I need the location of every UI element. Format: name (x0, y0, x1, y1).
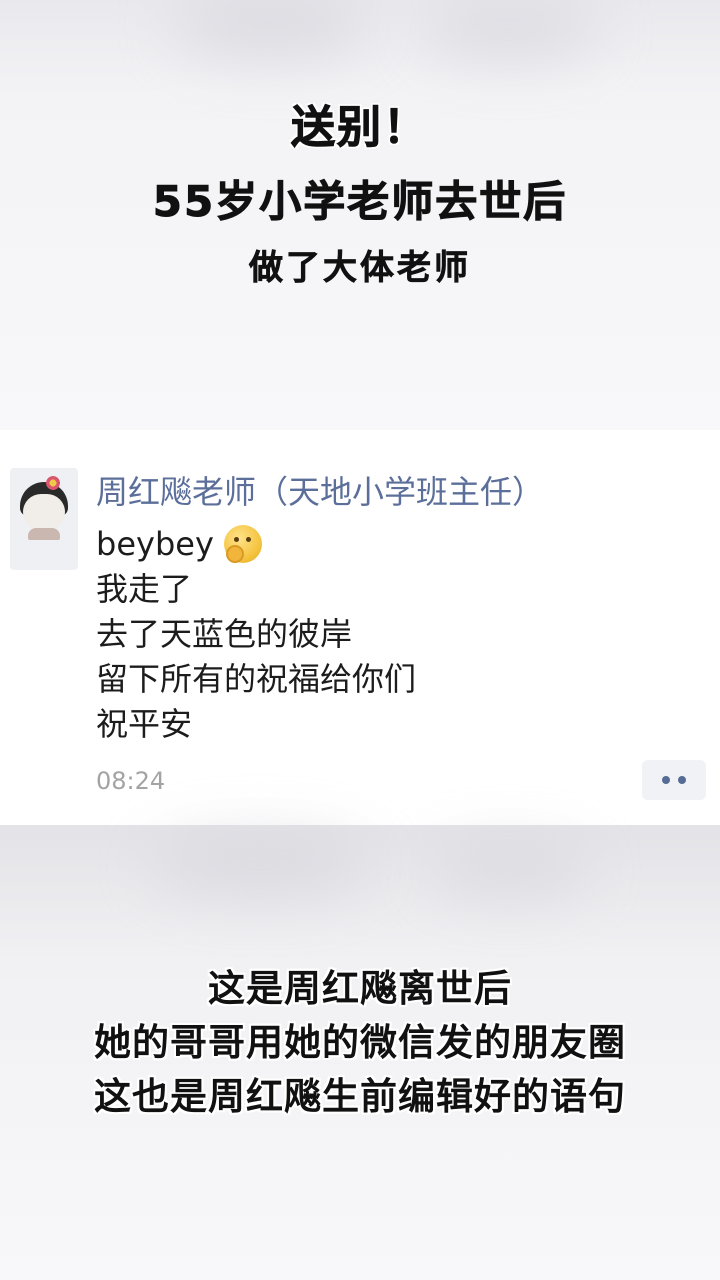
more-options-button[interactable] (642, 760, 706, 800)
moments-post: 周红飚老师（天地小学班主任） beybey 我走了 去了天蓝色的彼岸 留下所有的… (0, 430, 720, 825)
more-dots-icon (678, 776, 686, 784)
avatar-body (28, 528, 60, 540)
video-subtitles: 这是周红飚离世后 她的哥哥用她的微信发的朋友圈 这也是周红飚生前编辑好的语句 (0, 962, 720, 1124)
post-username[interactable]: 周红飚老师（天地小学班主任） (96, 470, 544, 514)
subtitle-line: 这是周红飚离世后 (208, 967, 512, 1010)
shush-emoji-icon (223, 525, 262, 563)
video-headline: 送别！ 55岁小学老师去世后 做了大体老师 (0, 98, 720, 294)
headline-line-1: 送别！ (291, 102, 429, 154)
more-dots-icon (662, 776, 670, 784)
post-timestamp: 08:24 (96, 767, 166, 795)
post-line: 留下所有的祝福给你们 (96, 660, 417, 698)
blur-shape (170, 0, 370, 60)
headline-line-3: 做了大体老师 (249, 248, 471, 289)
blur-shape (420, 0, 600, 60)
post-line: beybey (96, 522, 656, 567)
blur-shape (430, 845, 590, 895)
post-line: 祝平安 (96, 705, 193, 743)
post-content: beybey 我走了 去了天蓝色的彼岸 留下所有的祝福给你们 祝平安 (96, 522, 656, 747)
post-line: 我走了 (96, 570, 193, 608)
subtitle-line: 她的哥哥用她的微信发的朋友圈 (94, 1021, 626, 1064)
subtitle-line: 这也是周红飚生前编辑好的语句 (94, 1075, 626, 1118)
post-line-text: beybey (96, 525, 214, 563)
avatar-face (23, 494, 65, 532)
flower-icon (44, 476, 62, 490)
blur-shape (150, 835, 370, 895)
avatar[interactable] (10, 468, 78, 570)
headline-line-2: 55岁小学老师去世后 (152, 177, 568, 227)
post-line: 去了天蓝色的彼岸 (96, 615, 353, 653)
